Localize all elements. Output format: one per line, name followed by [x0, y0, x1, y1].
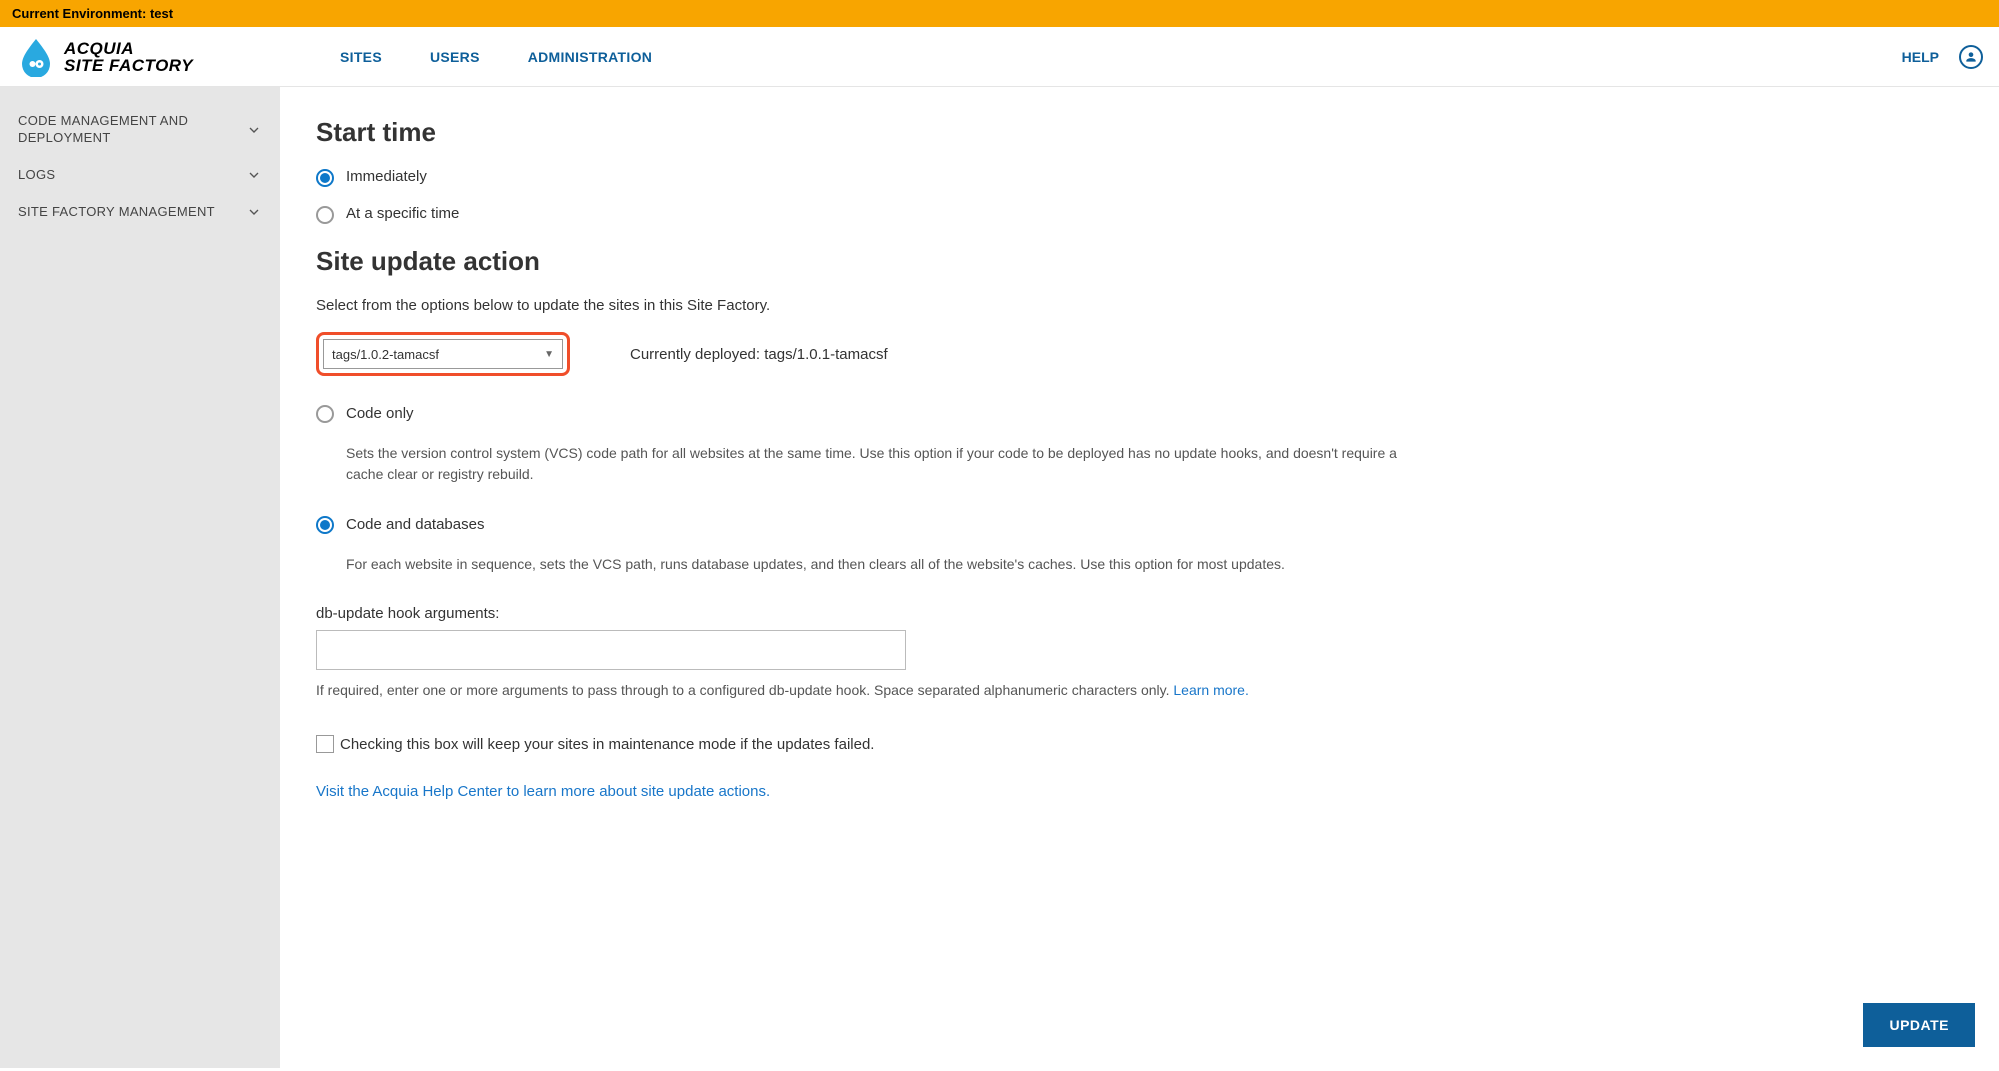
code-only-description: Sets the version control system (VCS) co… [346, 443, 1426, 485]
action-instruction: Select from the options below to update … [316, 297, 1464, 314]
chevron-down-icon: ▼ [544, 349, 554, 360]
sidebar-item-site-factory-management[interactable]: SITE FACTORY MANAGEMENT [0, 194, 280, 231]
radio-code-only-label[interactable]: Code only [346, 405, 414, 422]
logo[interactable]: ACQUIA SITE FACTORY [16, 37, 280, 77]
logo-line1: ACQUIA [64, 40, 193, 57]
nav-help[interactable]: HELP [1902, 49, 1939, 65]
code-databases-description: For each website in sequence, sets the V… [346, 554, 1285, 575]
chevron-down-icon [246, 167, 262, 183]
tag-select[interactable]: tags/1.0.2-tamacsf ▼ [323, 339, 563, 369]
db-hook-label: db-update hook arguments: [316, 605, 1464, 622]
help-center-link-row: Visit the Acquia Help Center to learn mo… [316, 783, 1464, 800]
sidebar-item-label: LOGS [18, 167, 55, 184]
maintenance-checkbox[interactable] [316, 735, 334, 753]
currently-deployed-label: Currently deployed: tags/1.0.1-tamacsf [630, 346, 888, 363]
db-hook-helper: If required, enter one or more arguments… [316, 680, 1464, 701]
radio-code-databases-label[interactable]: Code and databases [346, 516, 484, 533]
radio-code-only[interactable] [316, 405, 334, 423]
db-hook-helper-text: If required, enter one or more arguments… [316, 682, 1173, 698]
select-row: tags/1.0.2-tamacsf ▼ Currently deployed:… [316, 332, 1464, 376]
maintenance-checkbox-label: Checking this box will keep your sites i… [340, 736, 874, 753]
radio-row-code-db: Code and databases For each website in s… [316, 515, 1464, 575]
nav-sites[interactable]: SITES [340, 49, 382, 65]
logo-text: ACQUIA SITE FACTORY [64, 40, 193, 74]
radio-immediately[interactable] [316, 169, 334, 187]
sidebar-item-logs[interactable]: LOGS [0, 157, 280, 194]
sidebar-item-label: SITE FACTORY MANAGEMENT [18, 204, 215, 221]
radio-specific-time[interactable] [316, 206, 334, 224]
main-content: Start time Immediately At a specific tim… [280, 87, 1500, 1068]
help-center-link[interactable]: Visit the Acquia Help Center to learn mo… [316, 783, 770, 800]
radio-immediately-label[interactable]: Immediately [346, 168, 427, 185]
top-nav: ACQUIA SITE FACTORY SITES USERS ADMINIST… [0, 27, 1999, 87]
db-hook-input[interactable] [316, 630, 906, 670]
user-icon[interactable] [1959, 45, 1983, 69]
update-button-wrap: UPDATE [1863, 1003, 1975, 1047]
nav-users[interactable]: USERS [430, 49, 480, 65]
nav-administration[interactable]: ADMINISTRATION [528, 49, 653, 65]
update-button[interactable]: UPDATE [1863, 1003, 1975, 1047]
chevron-down-icon [246, 204, 262, 220]
radio-row-specific-time: At a specific time [316, 205, 1464, 224]
environment-banner: Current Environment: test [0, 0, 1999, 27]
radio-row-code-only: Code only Sets the version control syste… [316, 404, 1464, 485]
sidebar-item-label: CODE MANAGEMENT AND DEPLOYMENT [18, 113, 218, 147]
radio-code-databases[interactable] [316, 516, 334, 534]
site-update-action-heading: Site update action [316, 246, 1464, 277]
radio-specific-time-label[interactable]: At a specific time [346, 205, 459, 222]
learn-more-link[interactable]: Learn more. [1173, 682, 1248, 698]
chevron-down-icon [246, 122, 262, 138]
sidebar: CODE MANAGEMENT AND DEPLOYMENT LOGS SITE… [0, 87, 280, 1068]
nav-right: HELP [1902, 45, 1983, 69]
nav-items: SITES USERS ADMINISTRATION [340, 49, 652, 65]
maintenance-checkbox-row: Checking this box will keep your sites i… [316, 735, 1464, 753]
logo-line2: SITE FACTORY [64, 57, 193, 74]
select-highlight: tags/1.0.2-tamacsf ▼ [316, 332, 570, 376]
sidebar-item-code-management[interactable]: CODE MANAGEMENT AND DEPLOYMENT [0, 103, 280, 157]
start-time-heading: Start time [316, 117, 1464, 148]
tag-select-value: tags/1.0.2-tamacsf [332, 347, 439, 362]
radio-row-immediately: Immediately [316, 168, 1464, 187]
acquia-drop-icon [16, 37, 56, 77]
